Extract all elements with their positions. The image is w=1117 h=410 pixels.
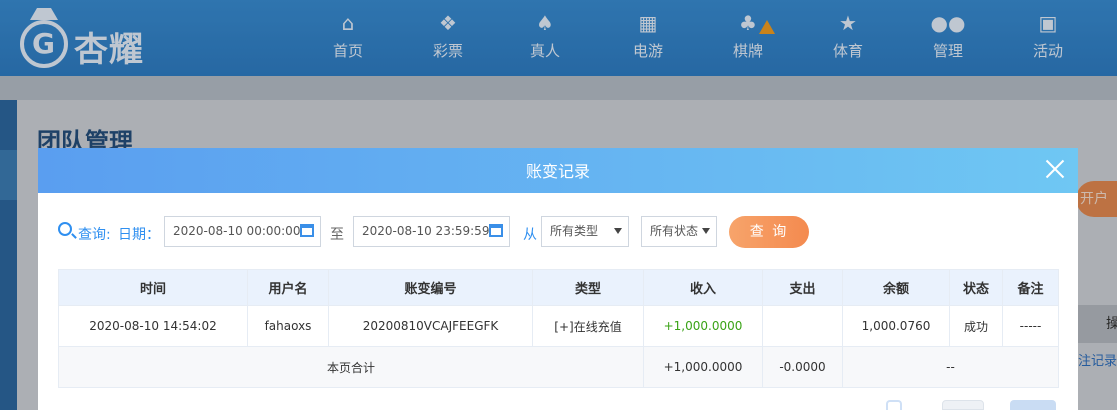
end-date-value: 2020-08-10 23:59:59 — [362, 224, 490, 238]
column-header: 收入 — [643, 269, 763, 306]
filter-bar: 查询: 日期： 2020-08-10 00:00:00 至 2020-08-10… — [56, 216, 1056, 248]
cell-type: [+]在线充值 — [532, 305, 644, 347]
to-label: 至 — [330, 227, 344, 243]
date-label: 日期： — [118, 227, 160, 243]
cell-status: 成功 — [949, 305, 1003, 347]
cell-income: +1,000.0000 — [643, 305, 763, 347]
cell-remark: ----- — [1002, 305, 1059, 347]
modal-header: 账变记录 — [38, 148, 1078, 193]
calendar-icon[interactable] — [300, 224, 314, 237]
summary-row: 本页合计 +1,000.0000 -0.0000 -- — [58, 346, 1059, 388]
transaction-records-modal: 账变记录 查询: 日期： 2020-08-10 00:00:00 至 2020-… — [38, 148, 1078, 410]
cell-transaction-id: 20200810VCAJFEEGFK — [328, 305, 533, 347]
records-table: 时间 用户名 账变编号 类型 收入 支出 余额 状态 备注 2020-08-10… — [58, 269, 1059, 388]
cell-time: 2020-08-10 14:54:02 — [58, 305, 248, 347]
search-icon — [58, 222, 72, 236]
summary-income: +1,000.0000 — [643, 346, 763, 388]
column-header: 时间 — [58, 269, 248, 306]
close-icon[interactable] — [1044, 158, 1066, 180]
query-button[interactable]: 查 询 — [729, 216, 809, 248]
end-date-input[interactable]: 2020-08-10 23:59:59 — [353, 216, 510, 247]
column-header: 备注 — [1002, 269, 1059, 306]
start-date-value: 2020-08-10 00:00:00 — [173, 224, 301, 238]
column-header: 账变编号 — [328, 269, 533, 306]
column-header: 余额 — [842, 269, 950, 306]
type-select[interactable]: 所有类型 — [541, 216, 629, 247]
pager-next-button[interactable] — [1010, 400, 1056, 410]
start-date-input[interactable]: 2020-08-10 00:00:00 — [164, 216, 321, 247]
column-header: 类型 — [532, 269, 644, 306]
cell-balance: 1,000.0760 — [842, 305, 950, 347]
column-header: 用户名 — [247, 269, 329, 306]
cell-username: fahaoxs — [247, 305, 329, 347]
from-label: 从 — [523, 227, 537, 243]
modal-title: 账变记录 — [525, 162, 590, 181]
summary-expense: -0.0000 — [762, 346, 843, 388]
pager-prev-button[interactable] — [942, 400, 984, 410]
column-header: 状态 — [949, 269, 1003, 306]
calendar-icon[interactable] — [489, 224, 503, 237]
table-header-row: 时间 用户名 账变编号 类型 收入 支出 余额 状态 备注 — [58, 269, 1059, 306]
type-select-value: 所有类型 — [550, 224, 599, 238]
chevron-down-icon — [702, 228, 710, 234]
pager-first-button[interactable] — [886, 400, 902, 410]
summary-balance: -- — [842, 346, 1059, 388]
query-label: 查询: — [78, 227, 111, 243]
status-select-value: 所有状态 — [650, 224, 699, 238]
column-header: 支出 — [762, 269, 843, 306]
table-row: 2020-08-10 14:54:02 fahaoxs 20200810VCAJ… — [58, 305, 1059, 347]
status-select[interactable]: 所有状态 — [641, 216, 717, 247]
summary-label: 本页合计 — [58, 346, 644, 388]
chevron-down-icon — [614, 228, 622, 234]
cell-expense — [762, 305, 843, 347]
